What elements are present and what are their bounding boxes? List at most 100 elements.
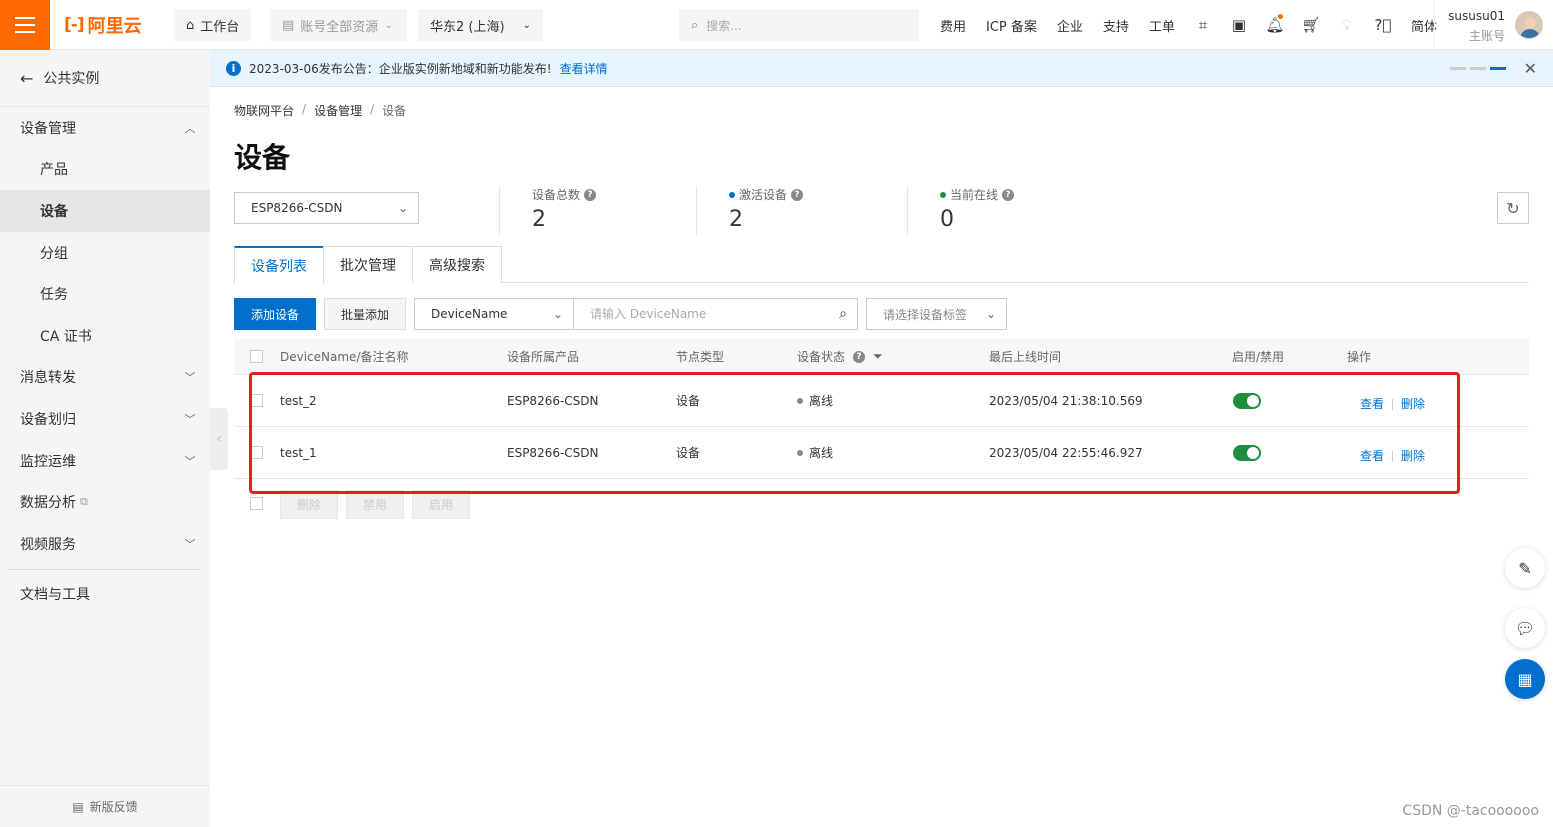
sidebar-item-task[interactable]: 任务 — [0, 273, 210, 315]
code-icon[interactable]: ⌗ — [1185, 16, 1221, 34]
back-to-instances[interactable]: ← 公共实例 — [0, 50, 210, 107]
device-node-type: 设备 — [676, 394, 701, 408]
close-icon[interactable]: ✕ — [1524, 59, 1537, 78]
global-search[interactable]: ⌕ 搜索... — [679, 9, 919, 41]
refresh-icon: ↻ — [1506, 198, 1520, 218]
sidebar-item-device-assignment[interactable]: 设备划归 ﹀ — [0, 398, 210, 440]
sidebar-item-data-analysis[interactable]: 数据分析 ⧉ — [0, 481, 210, 523]
help-icon[interactable]: ?⃝ — [1365, 16, 1401, 34]
top-links: 费用 ICP 备案 企业 支持 工单 ⌗ ▣ 🔔︎ 🛒︎ 💡︎ ?⃝ 简体 — [930, 0, 1447, 50]
chevron-down-icon: ﹀ — [184, 412, 196, 426]
sidebar-item-video[interactable]: 视频服务 ﹀ — [0, 523, 210, 565]
link-icp[interactable]: ICP 备案 — [976, 16, 1047, 35]
link-enterprise[interactable]: 企业 — [1047, 16, 1093, 35]
region-selector[interactable]: 华东2 (上海) ⌄ — [418, 9, 543, 41]
resource-selector[interactable]: ▤ 账号全部资源 ⌄ — [270, 9, 407, 41]
device-status: 离线 — [797, 444, 833, 461]
page-title: 设备 — [234, 141, 291, 174]
resource-label: 账号全部资源 — [300, 19, 379, 35]
filter-field-select[interactable]: DeviceName ⌄ — [414, 298, 574, 330]
sidebar-item-ca-cert[interactable]: CA 证书 — [0, 315, 210, 357]
help-icon[interactable]: ? — [853, 350, 866, 363]
breadcrumb-device-management[interactable]: 设备管理 — [314, 102, 362, 119]
bulk-enable-button[interactable]: 启用 — [412, 490, 470, 519]
select-all-checkbox[interactable] — [250, 350, 263, 363]
breadcrumb-iot[interactable]: 物联网平台 — [234, 102, 294, 119]
bulk-delete-button[interactable]: 删除 — [280, 490, 338, 519]
bulk-select-checkbox[interactable] — [250, 497, 263, 510]
sidebar-divider — [8, 568, 200, 570]
announcement-text: 2023-03-06发布公告：企业版实例新地域和新功能发布! — [249, 61, 552, 76]
sidebar-item-docs[interactable]: 文档与工具 — [0, 574, 210, 616]
add-device-button[interactable]: 添加设备 — [234, 298, 316, 330]
device-tag-select[interactable]: 请选择设备标签 ⌄ — [866, 298, 1007, 330]
search-icon[interactable]: ⌕ — [839, 306, 847, 322]
sidebar-item-label: CA 证书 — [40, 328, 92, 345]
product-select[interactable]: ESP8266-CSDN ⌄ — [234, 192, 419, 224]
link-support[interactable]: 支持 — [1093, 16, 1139, 35]
user-menu[interactable]: sususu01 主账号 — [1434, 0, 1553, 50]
bulk-disable-button[interactable]: 禁用 — [346, 490, 404, 519]
top-navbar: [-] 阿里云 ⌂ 工作台 ▤ 账号全部资源 ⌄ 华东2 (上海) ⌄ ⌕ 搜索… — [0, 0, 1553, 50]
device-node-type: 设备 — [676, 446, 701, 460]
workbench-button[interactable]: ⌂ 工作台 — [174, 9, 252, 41]
row-checkbox[interactable] — [250, 446, 263, 459]
announcement-link[interactable]: 查看详情 — [560, 60, 608, 77]
announcement-pager[interactable] — [1450, 67, 1506, 70]
aliyun-logo[interactable]: [-] 阿里云 — [64, 13, 142, 37]
search-placeholder: 搜索... — [706, 18, 742, 33]
tab-batch-management[interactable]: 批次管理 — [323, 246, 413, 283]
batch-add-button[interactable]: 批量添加 — [324, 298, 406, 330]
sidebar-collapse-handle[interactable]: ‹ — [210, 408, 228, 470]
sidebar-item-device[interactable]: 设备 — [0, 190, 210, 232]
sidebar-item-label: 监控运维 — [20, 453, 76, 470]
col-devicename: DeviceName/备注名称 — [280, 350, 409, 364]
sidebar-item-label: 设备管理 — [20, 120, 76, 137]
stat-online-devices: 当前在线? 0 — [907, 186, 1015, 236]
chevron-up-icon: ︿ — [184, 121, 196, 135]
stat-label: 设备总数 — [532, 188, 581, 202]
bell-icon[interactable]: 🔔︎ — [1257, 14, 1293, 34]
tab-advanced-search[interactable]: 高级搜索 — [412, 246, 502, 283]
filter-icon[interactable]: ⏷ — [873, 349, 883, 364]
breadcrumb-separator: / — [302, 102, 307, 116]
view-link[interactable]: 查看 — [1360, 449, 1384, 463]
delete-link[interactable]: 删除 — [1401, 397, 1425, 411]
sidebar-item-label: 数据分析 — [20, 495, 76, 512]
cart-icon[interactable]: 🛒︎ — [1293, 16, 1329, 34]
sidebar-item-group[interactable]: 分组 — [0, 232, 210, 274]
device-product: ESP8266-CSDN — [507, 445, 599, 460]
sidebar-item-message-forwarding[interactable]: 消息转发 ﹀ — [0, 357, 210, 399]
help-icon[interactable]: ? — [1002, 188, 1015, 201]
enable-toggle[interactable] — [1233, 444, 1261, 461]
sidebar-item-product[interactable]: 产品 — [0, 149, 210, 191]
enable-toggle[interactable] — [1233, 392, 1261, 409]
tab-device-list[interactable]: 设备列表 — [234, 246, 324, 284]
help-icon[interactable]: ? — [584, 188, 597, 201]
chevron-left-icon: ‹ — [216, 431, 222, 447]
back-label: 公共实例 — [43, 71, 100, 87]
menu-icon[interactable] — [0, 0, 50, 50]
bulb-icon[interactable]: 💡︎ — [1329, 16, 1365, 34]
col-actions: 操作 — [1347, 350, 1372, 364]
feedback-button[interactable]: ▤ 新版反馈 — [0, 785, 210, 827]
row-checkbox[interactable] — [250, 394, 263, 407]
sidebar-item-device-management[interactable]: 设备管理 ︿ — [0, 107, 210, 149]
breadcrumb-current: 设备 — [382, 104, 407, 118]
sidebar-item-monitoring[interactable]: 监控运维 ﹀ — [0, 440, 210, 482]
apps-float-button[interactable]: ▦ — [1505, 659, 1545, 699]
avatar[interactable] — [1515, 11, 1543, 39]
link-billing[interactable]: 费用 — [930, 16, 976, 35]
delete-link[interactable]: 删除 — [1401, 449, 1425, 463]
edit-float-button[interactable]: ✎ — [1505, 548, 1545, 588]
view-link[interactable]: 查看 — [1360, 397, 1384, 411]
refresh-button[interactable]: ↻ — [1497, 192, 1529, 224]
help-icon[interactable]: ? — [791, 188, 804, 201]
terminal-icon[interactable]: ▣ — [1221, 16, 1257, 34]
chat-float-button[interactable]: 💬︎ — [1505, 608, 1545, 648]
search-icon: ⌕ — [691, 17, 699, 33]
filter-field-value: DeviceName — [431, 307, 508, 321]
link-ticket[interactable]: 工单 — [1139, 16, 1185, 35]
devicename-search-input[interactable] — [590, 307, 820, 321]
apps-icon: ▦ — [1517, 669, 1533, 689]
